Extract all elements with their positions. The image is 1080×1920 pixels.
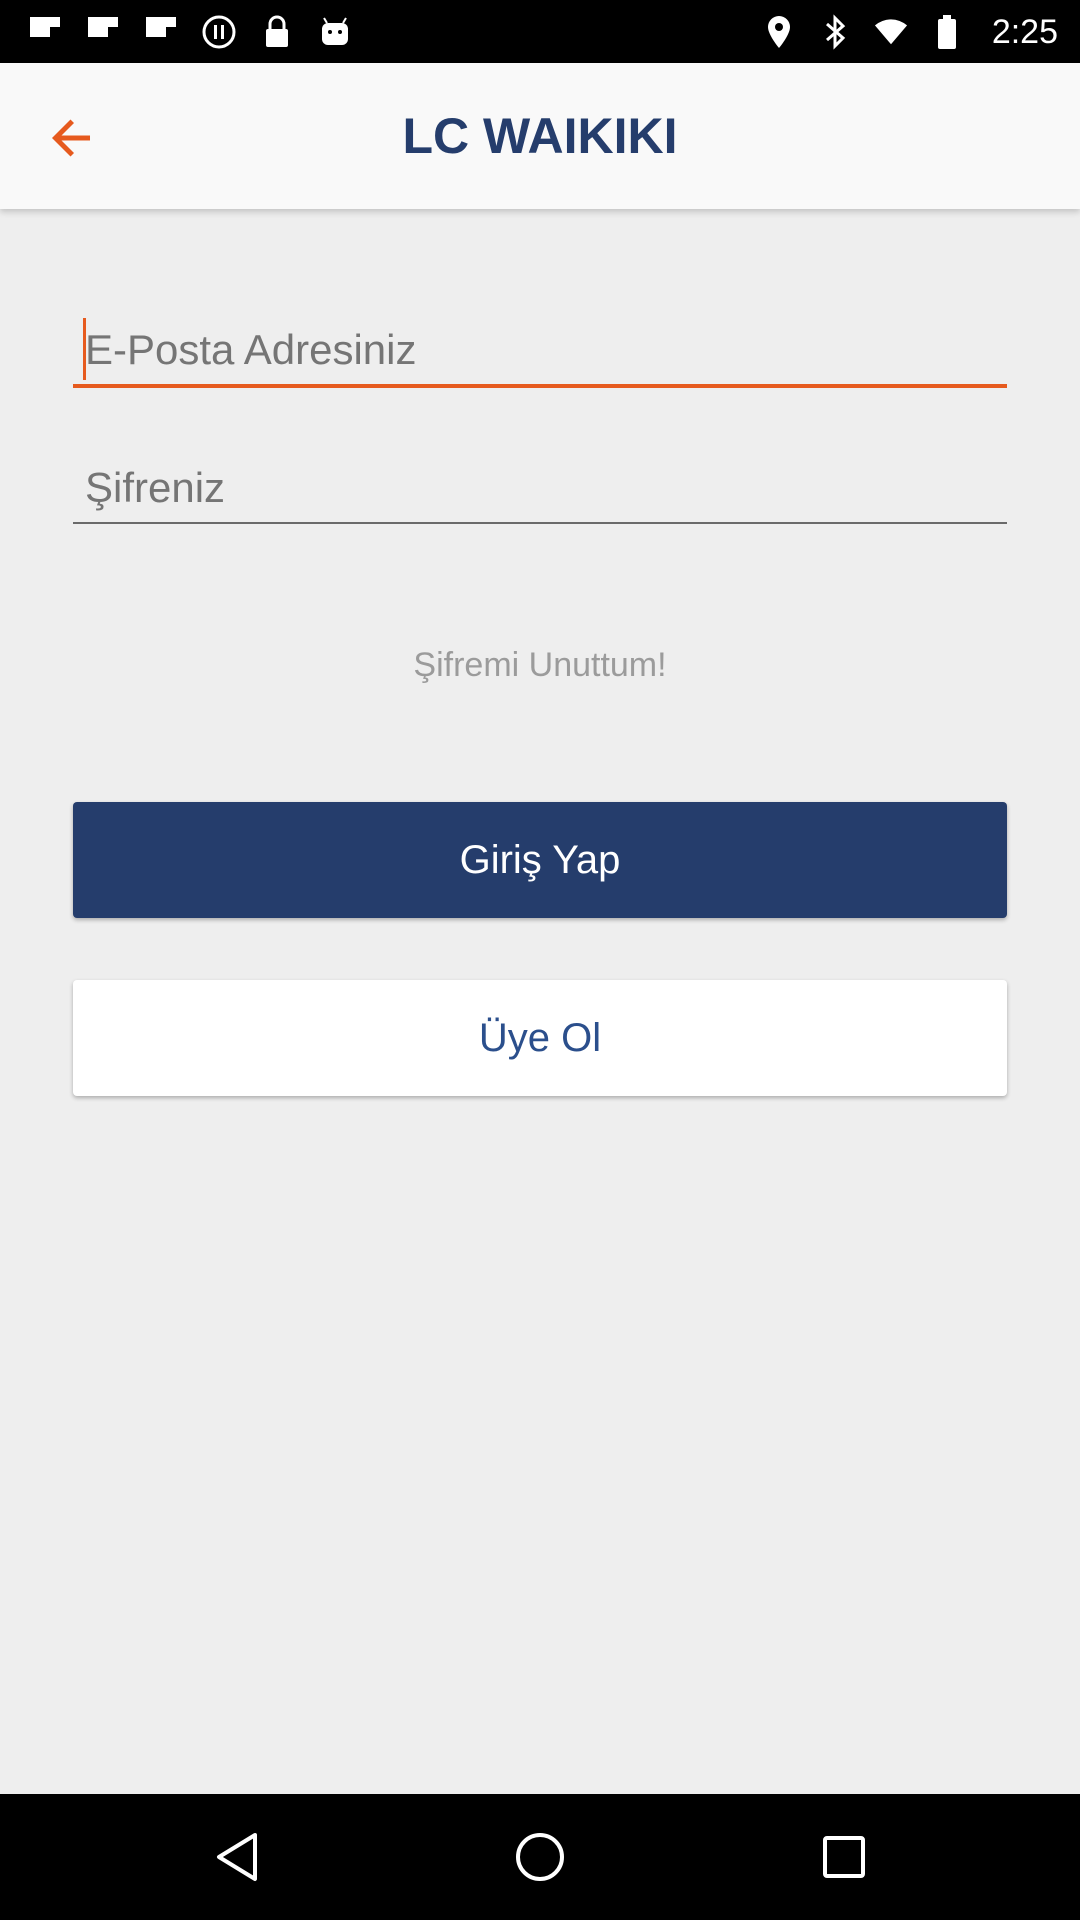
flipboard-icon: [84, 13, 122, 51]
bluetooth-icon: [818, 13, 852, 51]
password-field: [73, 454, 1007, 526]
status-time: 2:25: [991, 12, 1058, 51]
nav-home-button[interactable]: [508, 1825, 572, 1889]
status-bar: 2:25: [0, 0, 1080, 63]
flipboard-icon: [26, 13, 64, 51]
forgot-password-link[interactable]: Şifremi Unuttum!: [0, 646, 1080, 685]
back-triangle-icon: [217, 1833, 257, 1881]
lock-icon: [258, 13, 296, 51]
android-icon: [316, 13, 354, 51]
lc-waikiki-logo: LC WAIKIKI: [400, 101, 680, 171]
email-input[interactable]: [73, 316, 1007, 388]
recents-square-icon: [823, 1836, 865, 1878]
password-input[interactable]: [73, 454, 1007, 524]
back-button[interactable]: [40, 106, 104, 170]
home-circle-icon: [516, 1833, 564, 1881]
notification-icons: [26, 10, 354, 54]
battery-icon: [930, 13, 964, 51]
system-status-icons: 2:25: [762, 8, 1058, 56]
system-navigation-bar: [0, 1794, 1080, 1920]
nav-recents-button[interactable]: [812, 1825, 876, 1889]
flipboard-icon: [142, 13, 180, 51]
email-field: [73, 316, 1007, 392]
logo-text: LC WAIKIKI: [405, 111, 675, 161]
login-button[interactable]: Giriş Yap: [73, 802, 1007, 918]
nav-back-button[interactable]: [205, 1825, 269, 1889]
pause-circle-icon: [200, 13, 238, 51]
app-toolbar: LC WAIKIKI: [0, 63, 1080, 209]
arrow-back-icon: [52, 119, 90, 157]
location-icon: [762, 13, 796, 51]
register-button[interactable]: Üye Ol: [73, 980, 1007, 1096]
wifi-icon: [874, 13, 908, 51]
